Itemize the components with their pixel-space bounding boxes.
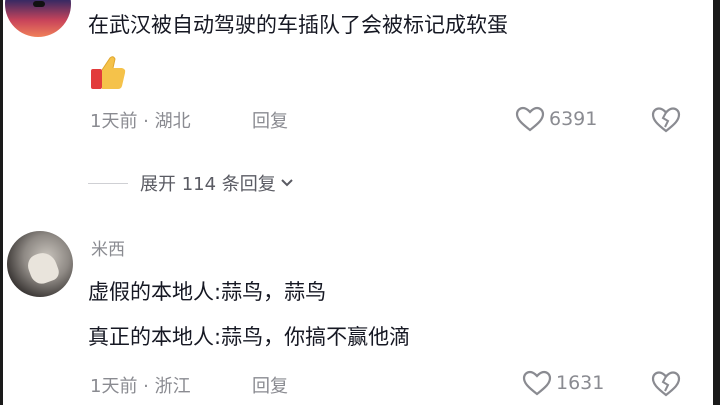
frame-left-edge	[0, 0, 3, 405]
broken-heart-icon[interactable]	[651, 370, 681, 397]
like-count: 6391	[549, 108, 598, 130]
avatar-hand	[24, 249, 62, 287]
comment-text: 在武汉被自动驾驶的车插队了会被标记成软蛋	[88, 13, 508, 37]
username[interactable]: 米西	[91, 235, 125, 260]
frame-right-edge	[713, 0, 720, 405]
divider-line	[88, 182, 128, 184]
expand-replies-button[interactable]: 展开 114 条回复	[88, 170, 294, 196]
reply-button[interactable]: 回复	[252, 107, 288, 133]
heart-outline-icon	[522, 370, 552, 396]
expand-replies-label: 展开 114 条回复	[140, 174, 276, 195]
avatar-figure	[33, 1, 45, 7]
comment-text-line-1: 虚假的本地人:蒜鸟，蒜鸟	[88, 280, 327, 304]
heart-outline-icon	[515, 106, 545, 132]
avatar[interactable]	[5, 0, 71, 37]
comment-meta: 1天前 · 湖北	[90, 111, 191, 132]
like-count: 1631	[556, 372, 605, 394]
chevron-down-icon	[281, 179, 293, 187]
broken-heart-icon[interactable]	[651, 106, 681, 133]
avatar[interactable]	[7, 231, 73, 297]
like-button[interactable]: 1631	[522, 370, 604, 396]
reply-button[interactable]: 回复	[252, 372, 288, 398]
like-button[interactable]: 6391	[515, 106, 597, 132]
thumbs-up-emoji-icon	[91, 56, 126, 89]
comment-meta: 1天前 · 浙江	[90, 376, 191, 397]
comment-text-line-2: 真正的本地人:蒜鸟，你搞不赢他滴	[88, 325, 411, 349]
